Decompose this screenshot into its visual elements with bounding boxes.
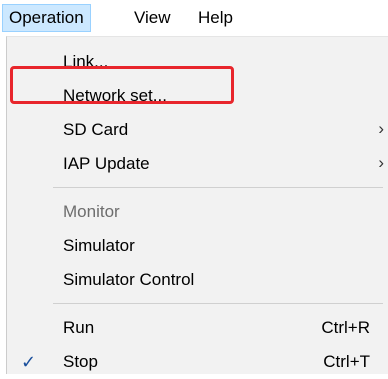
chevron-right-icon: › — [378, 119, 384, 138]
menu-operation[interactable]: Operation — [2, 4, 91, 32]
menu-separator — [53, 187, 383, 188]
menu-item-label: IAP Update — [63, 154, 150, 173]
menu-item-label: Simulator Control — [63, 270, 195, 289]
menu-item-sd-card[interactable]: SD Card › — [7, 113, 388, 147]
annotation-highlight-box — [10, 66, 234, 104]
chevron-right-icon: › — [378, 153, 384, 172]
menu-item-label: Simulator — [63, 236, 135, 255]
menu-item-label: SD Card — [63, 120, 129, 139]
menu-item-label: Run — [63, 318, 95, 337]
menu-help[interactable]: Help — [192, 4, 239, 32]
menu-item-iap-update[interactable]: IAP Update › — [7, 147, 388, 181]
menu-item-monitor: Monitor — [7, 195, 388, 229]
menu-item-run[interactable]: Run Ctrl+R — [7, 311, 388, 345]
menu-view[interactable]: View — [128, 4, 177, 32]
shortcut-label: Ctrl+R — [321, 318, 370, 337]
menu-item-simulator-control[interactable]: Simulator Control — [7, 263, 388, 297]
menu-separator — [53, 303, 383, 304]
menu-item-simulator[interactable]: Simulator — [7, 229, 388, 263]
menu-item-label: Monitor — [63, 202, 120, 221]
menu-bar: Operation View Help — [0, 0, 388, 36]
